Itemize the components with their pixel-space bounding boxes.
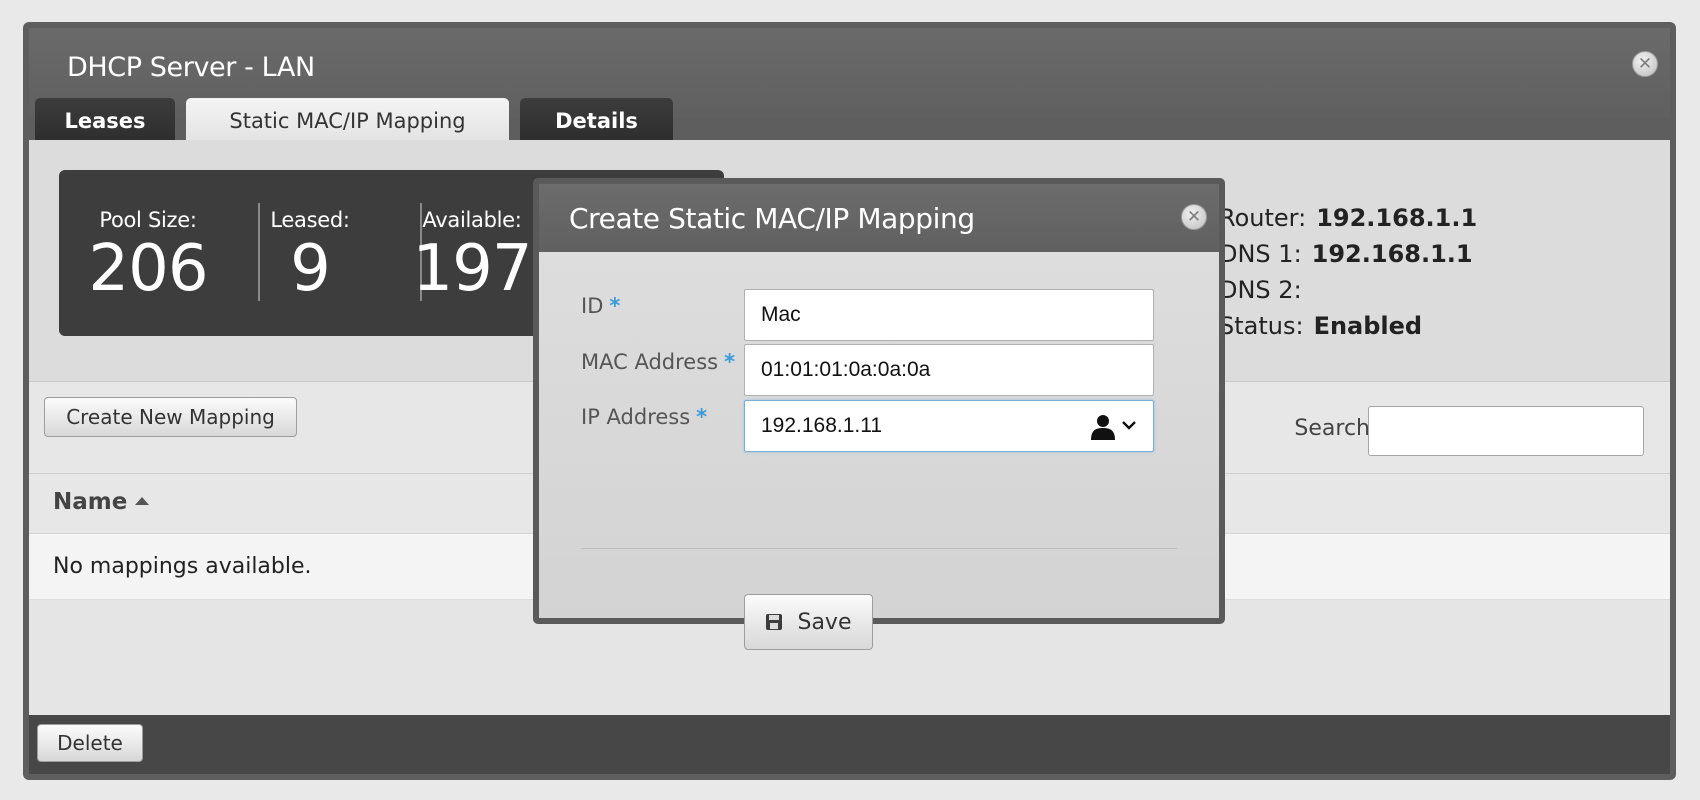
stat-value: 206 — [88, 232, 208, 306]
stat-label: Available: — [422, 208, 522, 232]
column-header-name[interactable]: Name — [53, 489, 150, 515]
ip-address-field[interactable]: 192.168.1.11 — [744, 400, 1154, 452]
window-footer: Delete — [29, 715, 1670, 774]
save-button[interactable]: Save — [744, 594, 873, 650]
info-value: 192.168.1.1 — [1316, 204, 1478, 232]
dialog-close-icon[interactable]: ✕ — [1181, 204, 1207, 230]
empty-message: No mappings available. — [53, 554, 312, 579]
required-marker: * — [696, 405, 708, 429]
id-field[interactable]: Mac — [744, 289, 1154, 341]
window-title: DHCP Server - LAN — [67, 52, 315, 83]
ip-address-value: 192.168.1.11 — [761, 414, 883, 437]
ip-address-label-text: IP Address — [581, 405, 691, 429]
stat-leased: Leased: 9 — [235, 208, 385, 304]
stat-value: 197 — [412, 232, 532, 306]
user-icon[interactable] — [1091, 414, 1115, 440]
create-mapping-button[interactable]: Create New Mapping — [44, 397, 297, 437]
info-label: Router: — [1219, 204, 1307, 232]
id-label: ID * — [581, 294, 620, 318]
info-label: Status: — [1219, 312, 1304, 340]
dialog-title: Create Static MAC/IP Mapping — [569, 202, 975, 235]
tab-details[interactable]: Details — [520, 98, 673, 144]
mac-address-field[interactable]: 01:01:01:0a:0a:0a — [744, 344, 1154, 396]
sort-ascending-icon — [135, 497, 150, 505]
info-router: Router: 192.168.1.1 — [1219, 204, 1477, 232]
search-input[interactable] — [1368, 406, 1644, 456]
save-label: Save — [797, 609, 852, 635]
delete-button[interactable]: Delete — [37, 724, 143, 762]
tab-static-mapping[interactable]: Static MAC/IP Mapping — [186, 98, 509, 144]
stat-value: 9 — [290, 232, 331, 306]
mac-address-label-text: MAC Address — [581, 350, 719, 374]
stat-available: Available: 197 — [397, 208, 547, 304]
info-dns1: DNS 1: 192.168.1.1 — [1219, 240, 1473, 268]
save-icon — [766, 614, 783, 630]
tab-leases[interactable]: Leases — [35, 98, 175, 144]
divider — [581, 548, 1177, 549]
info-label: DNS 1: — [1219, 240, 1302, 268]
stat-pool-size: Pool Size: 206 — [73, 208, 223, 304]
info-label: DNS 2: — [1219, 276, 1302, 304]
stat-label: Leased: — [270, 208, 350, 232]
info-value: 192.168.1.1 — [1311, 240, 1473, 268]
create-mapping-dialog: Create Static MAC/IP Mapping ✕ ID * Mac M… — [533, 178, 1225, 650]
id-label-text: ID — [581, 294, 604, 318]
stat-label: Pool Size: — [99, 208, 197, 232]
window-close-icon[interactable]: ✕ — [1632, 51, 1658, 77]
chevron-down-icon[interactable] — [1121, 418, 1137, 432]
info-status: Status: Enabled — [1219, 312, 1422, 340]
required-marker: * — [609, 294, 621, 318]
ip-address-label: IP Address * — [581, 405, 707, 429]
required-marker: * — [724, 350, 736, 374]
dialog-titlebar: Create Static MAC/IP Mapping ✕ — [539, 184, 1219, 252]
mac-address-label: MAC Address * — [581, 350, 735, 374]
info-dns2: DNS 2: — [1219, 276, 1312, 304]
dialog-body: ID * Mac MAC Address * 01:01:01:0a:0a:0a I… — [539, 252, 1219, 650]
search-label: Search — [1294, 416, 1370, 441]
column-header-label: Name — [53, 489, 128, 515]
info-value: Enabled — [1313, 312, 1423, 340]
